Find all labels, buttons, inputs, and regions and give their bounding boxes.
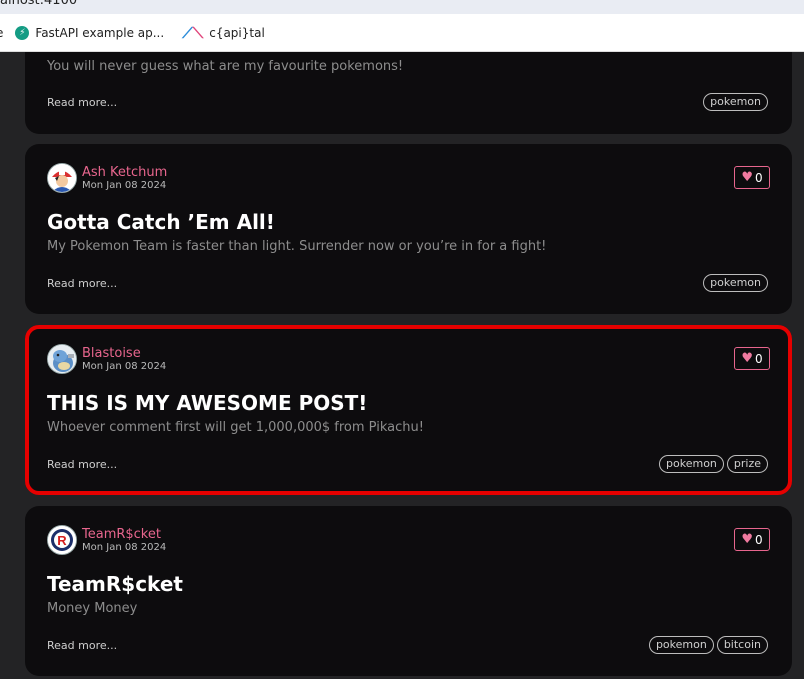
fastapi-icon: ⚡	[15, 25, 30, 40]
address-bar[interactable]: alhost:4100	[0, 0, 804, 14]
bookmark-label: c{api}tal	[209, 25, 265, 40]
blastoise-avatar-icon	[48, 345, 76, 373]
tag-pokemon[interactable]: pokemon	[648, 636, 714, 654]
post-card-highlighted: Blastoise Mon Jan 08 2024 ♥ 0 THIS IS MY…	[25, 325, 792, 495]
post-excerpt: You will never guess what are my favouri…	[47, 59, 404, 74]
post-title[interactable]: Gotta Catch ’Em All!	[47, 210, 275, 234]
post-tags: pokemon	[703, 274, 768, 292]
post-excerpt: My Pokemon Team is faster than light. Su…	[47, 239, 547, 254]
post-card: Ash Ketchum Mon Jan 08 2024 ♥ 0 Gotta Ca…	[25, 144, 792, 314]
like-count: 0	[755, 532, 763, 547]
post-date: Mon Jan 08 2024	[82, 541, 167, 553]
like-button[interactable]: ♥ 0	[734, 166, 770, 189]
post-author: R TeamR$cket Mon Jan 08 2024	[47, 525, 166, 555]
post-author: Blastoise Mon Jan 08 2024	[47, 344, 166, 374]
tag-bitcoin[interactable]: bitcoin	[716, 636, 768, 654]
avatar[interactable]	[47, 163, 77, 193]
post-date: Mon Jan 08 2024	[82, 360, 167, 372]
bookmark-capital[interactable]: ⟋⟍ c{api}tal	[182, 24, 265, 42]
heart-icon: ♥	[741, 170, 753, 185]
post-date: Mon Jan 08 2024	[82, 179, 167, 191]
capital-icon: ⟋⟍	[182, 23, 204, 42]
team-rocket-avatar-icon: R	[48, 526, 76, 554]
read-more-link[interactable]: Read more...	[47, 277, 117, 290]
heart-icon: ♥	[741, 532, 753, 547]
bookmarks-bar: e ⚡ FastAPI example ap... ⟋⟍ c{api}tal	[0, 14, 804, 52]
read-more-link[interactable]: Read more...	[47, 96, 117, 109]
like-button[interactable]: ♥ 0	[734, 528, 770, 551]
bookmark-fastapi[interactable]: ⚡ FastAPI example ap...	[15, 25, 165, 40]
bookmark-item[interactable]: e	[0, 26, 3, 40]
svg-text:R: R	[57, 533, 67, 548]
post-title[interactable]: THIS IS MY AWESOME POST!	[47, 391, 367, 415]
avatar[interactable]: R	[47, 525, 77, 555]
author-name[interactable]: Blastoise	[82, 346, 166, 361]
address-bar-url[interactable]: alhost:4100	[0, 0, 77, 8]
author-name[interactable]: Ash Ketchum	[82, 165, 167, 180]
bookmark-label: FastAPI example ap...	[35, 25, 165, 40]
post-tags: pokemon	[703, 93, 768, 111]
author-name[interactable]: TeamR$cket	[82, 527, 166, 542]
heart-icon: ♥	[741, 351, 753, 366]
post-tags: pokemon bitcoin	[648, 636, 768, 654]
post-feed: You will never guess what are my favouri…	[0, 52, 804, 679]
post-tags: pokemon prize	[659, 455, 768, 473]
bookmark-label: e	[0, 26, 3, 40]
tag-pokemon[interactable]: pokemon	[659, 455, 724, 473]
read-more-link[interactable]: Read more...	[47, 639, 117, 652]
avatar[interactable]	[47, 344, 77, 374]
post-author: Ash Ketchum Mon Jan 08 2024	[47, 163, 167, 193]
post-title[interactable]: TeamR$cket	[47, 572, 183, 596]
read-more-link[interactable]: Read more...	[47, 458, 117, 471]
tag-pokemon[interactable]: pokemon	[703, 93, 768, 111]
post-card: You will never guess what are my favouri…	[25, 52, 792, 134]
ash-avatar-icon	[48, 164, 76, 192]
like-count: 0	[755, 170, 763, 185]
post-excerpt: Whoever comment first will get 1,000,000…	[47, 420, 424, 435]
tag-prize[interactable]: prize	[726, 455, 768, 473]
post-card: R TeamR$cket Mon Jan 08 2024 ♥ 0 TeamR$c…	[25, 506, 792, 676]
post-excerpt: Money Money	[47, 601, 138, 616]
tag-pokemon[interactable]: pokemon	[703, 274, 768, 292]
like-count: 0	[755, 351, 763, 366]
like-button[interactable]: ♥ 0	[734, 347, 770, 370]
